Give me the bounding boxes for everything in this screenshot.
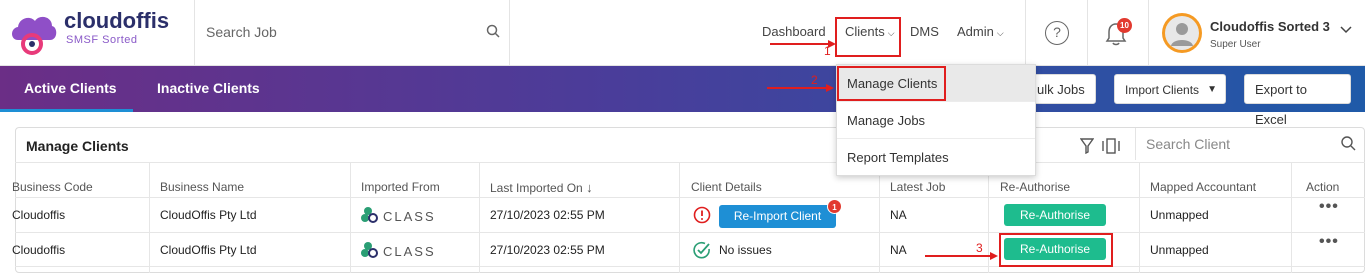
cell-last-imported: 27/10/2023 02:55 PM [490,208,605,222]
divider [1025,0,1026,66]
cell-mapped-accountant: Unmapped [1150,208,1209,222]
annotation-box-manage-clients [837,66,946,101]
search-client-input[interactable]: Search Client [1135,128,1365,160]
menu-item-manage-jobs[interactable]: Manage Jobs [837,102,1035,139]
re-import-badge: 1 [827,199,842,214]
annotation-box-re-authorise [999,233,1113,267]
divider [1087,0,1088,66]
cell-imported-from: CLASS [383,209,436,224]
chevron-down-icon: ⌵ [996,28,1004,38]
panel-title: Manage Clients [26,138,129,154]
cloud-logo-icon [12,16,57,55]
cell-last-imported: 27/10/2023 02:55 PM [490,243,605,257]
column-divider [879,163,880,273]
re-authorise-button[interactable]: Re-Authorise [1004,204,1106,226]
menu-item-report-templates[interactable]: Report Templates [837,139,1035,176]
table-row-line [15,232,1365,233]
column-header-business-name[interactable]: Business Name [160,180,244,194]
annotation-label: 3 [976,241,983,255]
chevron-down-icon[interactable] [1340,26,1352,34]
cell-mapped-accountant: Unmapped [1150,243,1209,257]
brand-subtitle: SMSF Sorted [66,34,138,46]
column-divider [350,163,351,273]
cell-business-code: Cloudoffis [12,243,66,257]
column-header-last-imported[interactable]: Last Imported On ↓ [490,180,593,195]
help-icon[interactable]: ? [1045,21,1069,45]
divider [509,0,510,66]
caret-down-icon: ▼ [1207,84,1217,95]
cell-business-name: CloudOffis Pty Ltd [160,243,257,257]
export-excel-button[interactable]: Export to Excel [1244,74,1351,127]
column-divider [479,163,480,273]
tab-active-clients[interactable]: Active Clients [0,66,133,112]
check-circle-icon [693,241,710,259]
search-icon[interactable] [486,24,500,38]
column-header-action: Action [1306,180,1340,194]
annotation-label: 1 [824,44,831,58]
re-import-client-button[interactable]: Re-Import Client [719,205,836,228]
annotation-label: 2 [811,73,818,87]
cell-imported-from: CLASS [383,244,436,259]
import-clients-label: Import Clients [1125,83,1200,97]
import-clients-button[interactable]: Import Clients ▼ [1114,74,1226,104]
column-divider [1291,163,1292,273]
cell-latest-job: NA [890,243,907,257]
table-row-line [15,266,1365,267]
column-header-latest-job[interactable]: Latest Job [890,180,945,194]
nav-admin-label: Admin [957,24,994,39]
tab-bar: Active Clients Inactive Clients ulk Jobs… [0,66,1365,127]
notification-badge: 10 [1117,18,1132,33]
column-header-client-details[interactable]: Client Details [691,180,762,194]
tab-inactive-clients[interactable]: Inactive Clients [157,66,260,112]
column-header-re-authorise[interactable]: Re-Authorise [1000,180,1070,194]
nav-dashboard[interactable]: Dashboard [762,24,826,39]
search-client-placeholder: Search Client [1146,136,1231,152]
cell-client-details: No issues [719,243,772,257]
column-divider [988,163,989,273]
column-divider [679,163,680,273]
user-avatar-icon [1165,16,1199,50]
column-header-mapped-accountant[interactable]: Mapped Accountant [1150,180,1256,194]
column-header-last-imported-label: Last Imported On [490,181,583,195]
brand-name: cloudoffis [64,8,170,33]
nav-dms[interactable]: DMS [910,24,939,39]
table-row-line [15,197,1365,198]
more-actions-icon[interactable]: ••• [1319,233,1339,251]
cell-business-name: CloudOffis Pty Ltd [160,208,257,222]
top-bar: cloudoffis SMSF Sorted Search Job Dashbo… [0,0,1365,66]
search-icon [1341,136,1356,151]
filter-icon[interactable] [1080,138,1094,154]
avatar[interactable] [1162,13,1202,53]
more-actions-icon[interactable]: ••• [1319,198,1339,216]
column-header-business-code[interactable]: Business Code [12,180,93,194]
sort-down-icon: ↓ [586,180,593,195]
alert-icon [693,206,711,224]
divider [194,0,195,66]
nav-admin[interactable]: Admin ⌵ [957,24,1004,39]
cell-business-code: Cloudoffis [12,208,66,222]
user-name[interactable]: Cloudoffis Sorted 3 [1210,19,1330,34]
search-job-input[interactable]: Search Job [206,24,277,40]
table-header-top-line [15,162,1365,163]
cell-latest-job: NA [890,208,907,222]
column-divider [1139,163,1140,273]
column-settings-icon[interactable] [1102,138,1120,154]
column-header-imported-from[interactable]: Imported From [361,180,440,194]
column-divider [149,163,150,273]
annotation-box-clients [835,17,901,57]
divider [1148,0,1149,66]
app-logo[interactable]: cloudoffis SMSF Sorted [8,4,193,60]
user-role: Super User [1210,39,1261,50]
